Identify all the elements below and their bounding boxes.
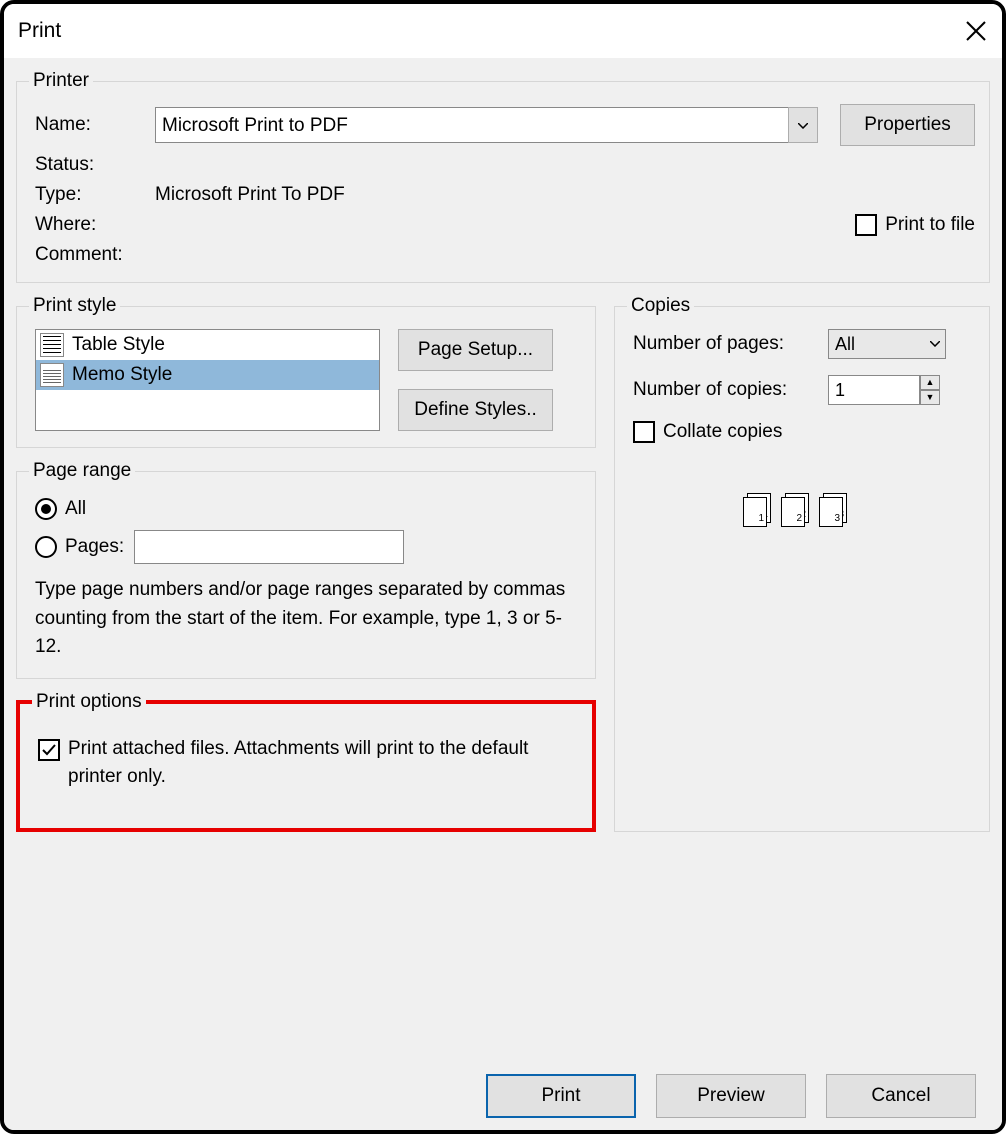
page-range-all-label: All bbox=[65, 498, 86, 520]
collate-copies-option[interactable]: Collate copies bbox=[633, 421, 975, 443]
printer-comment-label: Comment: bbox=[35, 244, 155, 266]
collate-copies-checkbox[interactable] bbox=[633, 421, 655, 443]
copies-decrement-button[interactable]: ▼ bbox=[920, 390, 940, 405]
collate-stack-1: 1 1 bbox=[743, 493, 773, 527]
cancel-button[interactable]: Cancel bbox=[826, 1074, 976, 1118]
number-of-copies-label: Number of copies: bbox=[633, 379, 828, 401]
print-options-legend: Print options bbox=[32, 691, 146, 713]
printer-name-select[interactable]: Microsoft Print to PDF bbox=[155, 107, 789, 143]
chevron-down-icon bbox=[798, 123, 808, 129]
number-of-pages-label: Number of pages: bbox=[633, 333, 828, 355]
preview-button[interactable]: Preview bbox=[656, 1074, 806, 1118]
printer-status-label: Status: bbox=[35, 154, 155, 176]
memo-style-icon bbox=[40, 363, 64, 387]
close-icon[interactable] bbox=[964, 19, 988, 43]
collate-stack-3: 3 3 bbox=[819, 493, 849, 527]
page-range-group: Page range All Pages: Type page numbers … bbox=[16, 460, 596, 679]
collate-stack-2: 2 2 bbox=[781, 493, 811, 527]
sheet-icon: 3 bbox=[819, 497, 843, 527]
print-to-file-checkbox[interactable] bbox=[855, 214, 877, 236]
copies-group: Copies Number of pages: All bbox=[614, 295, 990, 832]
print-style-list[interactable]: Table Style Memo Style bbox=[35, 329, 380, 431]
copies-increment-button[interactable]: ▲ bbox=[920, 375, 940, 390]
dialog-body: Printer Name: Microsoft Print to PDF Pro… bbox=[4, 58, 1002, 1130]
print-dialog: Print Printer Name: Microsoft Print to P… bbox=[0, 0, 1006, 1134]
style-item-label: Memo Style bbox=[72, 364, 172, 386]
printer-type-value: Microsoft Print To PDF bbox=[155, 184, 345, 206]
sheet-icon: 2 bbox=[781, 497, 805, 527]
define-styles-button[interactable]: Define Styles.. bbox=[398, 389, 553, 431]
print-to-file-label: Print to file bbox=[885, 214, 975, 236]
sheet-icon: 1 bbox=[743, 497, 767, 527]
page-range-pages-label: Pages: bbox=[65, 536, 124, 558]
page-range-pages-input[interactable] bbox=[134, 530, 404, 564]
dialog-title: Print bbox=[18, 19, 61, 43]
collate-diagram: 1 1 2 2 3 3 bbox=[743, 493, 975, 527]
style-item-table[interactable]: Table Style bbox=[36, 330, 379, 360]
titlebar: Print bbox=[4, 4, 1002, 58]
table-style-icon bbox=[40, 333, 64, 357]
print-to-file-option[interactable]: Print to file bbox=[855, 214, 975, 236]
print-options-group: Print options Print attached files. Atta… bbox=[16, 691, 596, 832]
print-style-legend: Print style bbox=[29, 295, 120, 317]
print-attached-checkbox[interactable] bbox=[38, 739, 60, 761]
style-item-label: Table Style bbox=[72, 334, 165, 356]
number-of-copies-input[interactable] bbox=[828, 375, 920, 405]
printer-legend: Printer bbox=[29, 70, 93, 92]
print-attached-option[interactable]: Print attached files. Attachments will p… bbox=[38, 735, 578, 792]
print-style-group: Print style Table Style Memo Style bbox=[16, 295, 596, 448]
collate-copies-label: Collate copies bbox=[663, 421, 782, 443]
copies-legend: Copies bbox=[627, 295, 694, 317]
page-setup-button[interactable]: Page Setup... bbox=[398, 329, 553, 371]
printer-type-label: Type: bbox=[35, 184, 155, 206]
page-range-legend: Page range bbox=[29, 460, 135, 482]
style-item-memo[interactable]: Memo Style bbox=[36, 360, 379, 390]
page-range-pages-radio[interactable]: Pages: bbox=[35, 530, 581, 564]
number-of-copies-spinner[interactable]: ▲ ▼ bbox=[828, 375, 940, 405]
print-button[interactable]: Print bbox=[486, 1074, 636, 1118]
printer-where-label: Where: bbox=[35, 214, 155, 236]
printer-name-dropdown-button[interactable] bbox=[788, 107, 818, 143]
page-range-help-text: Type page numbers and/or page ranges sep… bbox=[35, 576, 581, 662]
page-range-all-radio[interactable]: All bbox=[35, 498, 581, 520]
print-attached-label: Print attached files. Attachments will p… bbox=[68, 735, 578, 792]
printer-properties-button[interactable]: Properties bbox=[840, 104, 975, 146]
check-icon bbox=[41, 742, 57, 758]
printer-group: Printer Name: Microsoft Print to PDF Pro… bbox=[16, 70, 990, 283]
printer-name-label: Name: bbox=[35, 114, 155, 136]
number-of-pages-select[interactable]: All bbox=[828, 329, 946, 359]
dialog-footer: Print Preview Cancel bbox=[16, 1060, 990, 1118]
